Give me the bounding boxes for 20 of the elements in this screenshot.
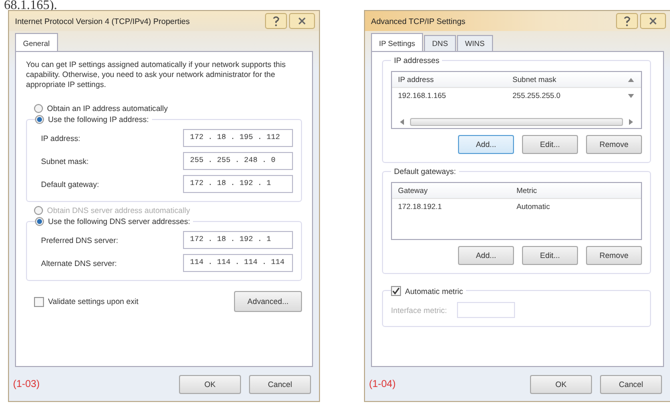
checkbox[interactable]: [391, 286, 401, 296]
scroll-down-icon[interactable]: [627, 92, 635, 100]
help-icon[interactable]: [616, 13, 638, 29]
radio-button[interactable]: [34, 104, 43, 113]
help-icon[interactable]: [265, 13, 287, 29]
figure-label: (1-04): [369, 378, 396, 390]
scrollbar-thumb[interactable]: [410, 118, 623, 126]
close-icon[interactable]: [640, 13, 666, 29]
radio-button[interactable]: [35, 115, 44, 124]
interface-metric-field[interactable]: [456, 302, 515, 318]
scroll-up-icon[interactable]: [627, 76, 635, 84]
window-title: Advanced TCP/IP Settings: [371, 16, 466, 26]
caption-text: 68.1.165).: [3, 0, 58, 10]
figure-label: (1-03): [13, 378, 40, 390]
scroll-right-icon[interactable]: [627, 118, 635, 126]
radio-button[interactable]: [35, 217, 44, 226]
checkbox[interactable]: [34, 296, 44, 306]
close-icon[interactable]: [289, 13, 315, 29]
window-title: Internet Protocol Version 4 (TCP/IPv4) Properties: [15, 16, 190, 26]
scroll-left-icon[interactable]: [398, 118, 406, 126]
